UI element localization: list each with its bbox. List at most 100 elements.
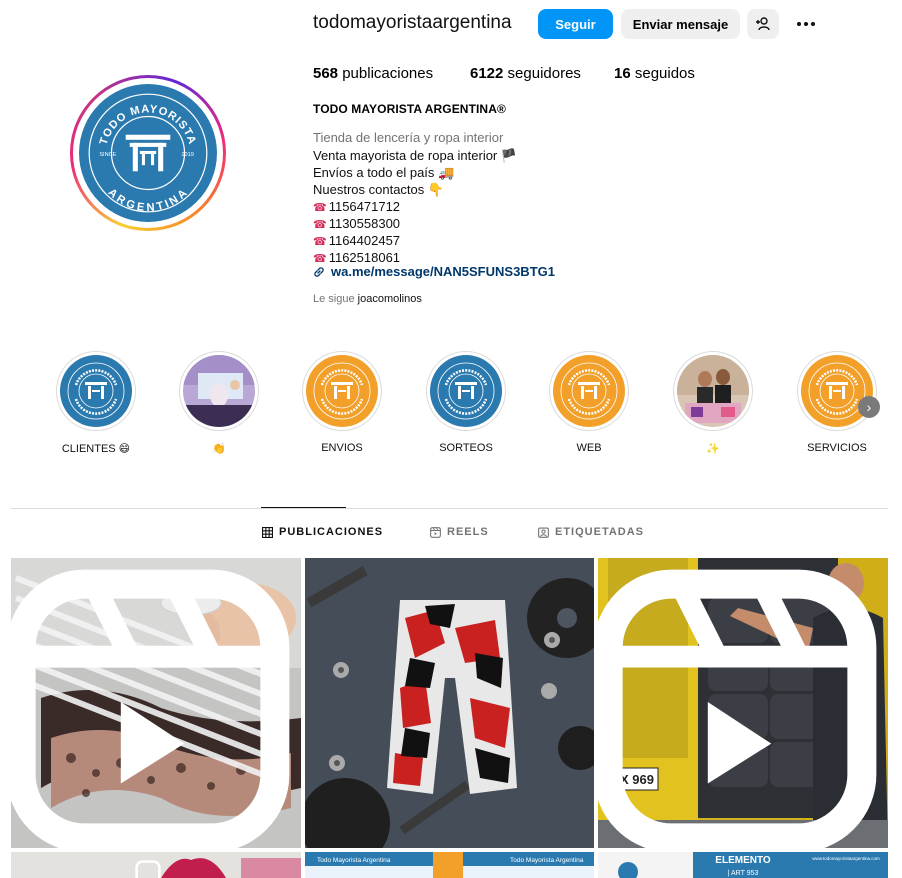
highlight-label: SERVICIOS xyxy=(807,442,867,454)
story-highlight[interactable]: SORTEOS xyxy=(426,351,506,454)
more-options-button[interactable] xyxy=(790,9,822,39)
tab-reels[interactable]: REELS xyxy=(430,526,489,538)
phone-icon: ☎ xyxy=(313,202,327,214)
tab-tagged[interactable]: ETIQUETADAS xyxy=(538,526,644,538)
posts-label: publicaciones xyxy=(342,65,434,82)
post-tile[interactable] xyxy=(305,558,594,848)
highlight-label: SORTEOS xyxy=(439,442,493,454)
highlight-ring xyxy=(797,351,877,431)
story-highlight[interactable]: CLIENTES 😄 xyxy=(56,351,136,455)
tabs-divider xyxy=(11,508,888,509)
post-tile[interactable]: Todo Mayorista Argentina Todo Mayorista … xyxy=(305,852,594,878)
tagged-icon xyxy=(538,527,549,538)
bio-phone: ☎ 1130558300 xyxy=(313,216,401,231)
followers-stat[interactable]: 6122 seguidores xyxy=(470,65,581,82)
bio-text: Venta mayorista de ropa interior 🏴 Envío… xyxy=(313,147,517,266)
svg-text:2019: 2019 xyxy=(181,152,193,158)
story-highlight[interactable]: SERVICIOS xyxy=(797,351,877,454)
highlight-ring xyxy=(426,351,506,431)
highlight-cover xyxy=(183,355,255,427)
highlight-cover xyxy=(60,355,132,427)
followed-by[interactable]: Le sigue joacomolinos xyxy=(313,293,422,305)
reel-badge-icon xyxy=(598,569,877,848)
highlight-logo-icon xyxy=(60,355,132,427)
send-message-button[interactable]: Enviar mensaje xyxy=(621,9,740,39)
highlights-next-button[interactable]: › xyxy=(858,396,880,418)
svg-text:Todo Mayorista Argentina: Todo Mayorista Argentina xyxy=(510,857,584,864)
story-highlight[interactable]: WEB xyxy=(549,351,629,454)
profile-avatar[interactable]: TODO MAYORISTA ARGENTINA SINCE 2019 xyxy=(70,75,226,231)
highlight-logo-icon xyxy=(553,355,625,427)
profile-username: todomayoristaargentina xyxy=(313,12,512,33)
tab-reels-label: REELS xyxy=(447,526,489,538)
highlight-cover xyxy=(430,355,502,427)
follow-button[interactable]: Seguir xyxy=(538,9,613,39)
highlight-cover xyxy=(306,355,378,427)
following-label: seguidos xyxy=(634,65,695,82)
grid-icon xyxy=(262,526,273,538)
highlight-ring xyxy=(549,351,629,431)
highlight-photo xyxy=(183,355,255,427)
highlight-logo-icon xyxy=(430,355,502,427)
reel-badge-icon xyxy=(11,569,290,848)
following-count: 16 xyxy=(614,65,631,82)
highlight-ring xyxy=(179,351,259,431)
chevron-right-icon: › xyxy=(866,399,872,415)
bio-category: Tienda de lencería y ropa interior xyxy=(313,130,504,145)
svg-text:Todo Mayorista Argentina: Todo Mayorista Argentina xyxy=(317,857,391,864)
bio-full-name: TODO MAYORISTA ARGENTINA® xyxy=(313,102,506,116)
brand-logo: TODO MAYORISTA ARGENTINA SINCE 2019 xyxy=(79,84,217,222)
story-highlight[interactable]: ENVIOS xyxy=(302,351,382,454)
active-tab-indicator xyxy=(261,507,346,508)
highlight-label: 👏 xyxy=(212,443,226,455)
highlight-ring xyxy=(302,351,382,431)
post-tile[interactable]: HPX 969 xyxy=(598,558,888,848)
link-icon xyxy=(314,266,324,277)
tab-tagged-label: ETIQUETADAS xyxy=(555,526,645,538)
highlight-label: CLIENTES 😄 xyxy=(61,443,131,455)
svg-text:| ART 953: | ART 953 xyxy=(728,870,759,877)
bio-phone: ☎ 1156471712 xyxy=(313,199,401,214)
posts-count: 568 xyxy=(313,65,339,82)
highlight-cover xyxy=(553,355,625,427)
highlight-photo xyxy=(677,355,749,427)
more-dots-icon xyxy=(797,22,815,26)
highlight-logo-icon xyxy=(306,355,378,427)
reel-badge-icon xyxy=(135,860,161,878)
bio-line: Nuestros contactos 👇 xyxy=(313,182,445,197)
following-stat[interactable]: 16 seguidos xyxy=(614,65,695,82)
story-highlight[interactable]: 👏 xyxy=(179,351,259,455)
story-highlight[interactable]: ✨ xyxy=(673,351,753,455)
highlight-label: ✨ xyxy=(706,443,720,455)
post-image-leggings xyxy=(305,558,594,848)
bio-line: Venta mayorista de ropa interior 🏴 xyxy=(313,148,518,163)
svg-text:ELEMENTO: ELEMENTO xyxy=(715,855,771,866)
add-user-icon xyxy=(756,17,770,31)
svg-text:www.todomayoristaargentina.com: www.todomayoristaargentina.com xyxy=(812,856,880,861)
bio-line: Envíos a todo el país 🚚 xyxy=(313,165,455,180)
post-tile[interactable] xyxy=(11,852,301,878)
highlight-label: WEB xyxy=(576,442,602,454)
highlight-ring xyxy=(673,351,753,431)
followers-count: 6122 xyxy=(470,65,504,82)
highlight-ring xyxy=(56,351,136,431)
highlight-cover xyxy=(677,355,749,427)
tab-posts[interactable]: PUBLICACIONES xyxy=(262,526,383,538)
phone-icon: ☎ xyxy=(313,219,327,231)
post-image-catalog: ELEMENTO | ART 953 www.todomayoristaarge… xyxy=(598,852,888,878)
followed-by-user[interactable]: joacomolinos xyxy=(358,293,422,305)
svg-text:SINCE: SINCE xyxy=(99,152,116,158)
suggest-users-button[interactable] xyxy=(747,9,779,39)
post-tile[interactable]: ELEMENTO | ART 953 www.todomayoristaarge… xyxy=(598,852,888,878)
tab-posts-label: PUBLICACIONES xyxy=(279,526,384,538)
reels-icon xyxy=(430,526,441,538)
bio-link-text[interactable]: wa.me/message/NAN5SFUNS3BTG1 xyxy=(331,264,555,279)
post-tile[interactable] xyxy=(11,558,301,848)
posts-stat: 568 publicaciones xyxy=(313,65,433,82)
phone-icon: ☎ xyxy=(313,236,327,248)
bio-phone: ☎ 1164402457 xyxy=(313,233,401,248)
highlight-label: ENVIOS xyxy=(321,442,363,454)
bio-link[interactable]: wa.me/message/NAN5SFUNS3BTG1 xyxy=(313,264,555,279)
followers-label: seguidores xyxy=(507,65,581,82)
post-image-flyer: Todo Mayorista Argentina Todo Mayorista … xyxy=(305,852,594,878)
